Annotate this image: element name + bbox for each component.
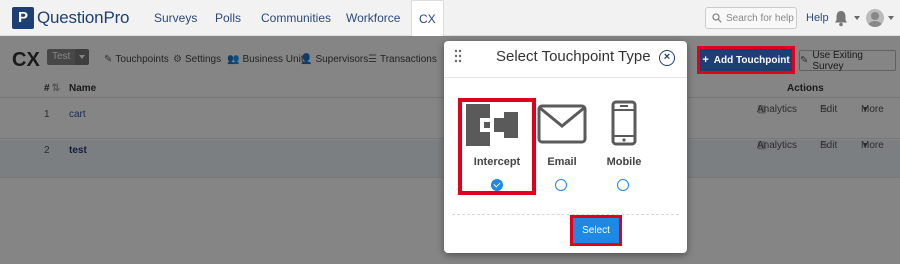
search-input[interactable] <box>726 12 796 24</box>
select-touchpoint-modal: Select Touchpoint Type × Intercept Email… <box>444 41 687 253</box>
add-touchpoint-button-highlighted[interactable]: + Add Touchpoint <box>697 46 795 74</box>
logo-mark: P <box>12 7 34 29</box>
search-icon <box>712 13 722 23</box>
profile-caret-icon[interactable] <box>888 16 894 20</box>
questionpro-logo[interactable]: P QuestionPro <box>12 7 129 29</box>
modal-title: Select Touchpoint Type <box>496 48 651 65</box>
nav-polls[interactable]: Polls <box>215 0 241 36</box>
select-button[interactable]: Select <box>570 215 622 246</box>
option-radio[interactable] <box>555 179 567 191</box>
add-touchpoint-label: Add Touchpoint <box>713 54 790 66</box>
nav-communities[interactable]: Communities <box>261 0 331 36</box>
envelope-icon <box>537 104 587 144</box>
nav-surveys[interactable]: Surveys <box>154 0 197 36</box>
mobile-phone-icon <box>611 100 637 146</box>
option-label: Mobile <box>606 156 642 168</box>
close-button[interactable]: × <box>659 50 675 66</box>
nav-cx[interactable]: CX <box>411 0 444 37</box>
logo-text: QuestionPro <box>37 8 130 27</box>
search-box[interactable] <box>705 7 797 29</box>
option-mobile[interactable]: Mobile <box>602 98 646 195</box>
help-link[interactable]: Help <box>806 0 829 36</box>
drag-handle-icon[interactable] <box>454 49 462 63</box>
option-label: Email <box>547 156 577 168</box>
avatar[interactable] <box>866 9 884 27</box>
option-radio[interactable] <box>617 179 629 191</box>
divider <box>444 77 687 78</box>
notifications-caret-icon[interactable] <box>854 16 860 20</box>
top-navigation-bar: P QuestionPro Surveys Polls Communities … <box>0 0 900 37</box>
plus-icon: + <box>702 54 709 66</box>
option-email[interactable]: Email <box>536 98 588 195</box>
bell-icon[interactable] <box>832 9 850 27</box>
nav-workforce[interactable]: Workforce <box>346 0 400 36</box>
selection-highlight <box>458 98 536 195</box>
divider <box>452 214 679 215</box>
